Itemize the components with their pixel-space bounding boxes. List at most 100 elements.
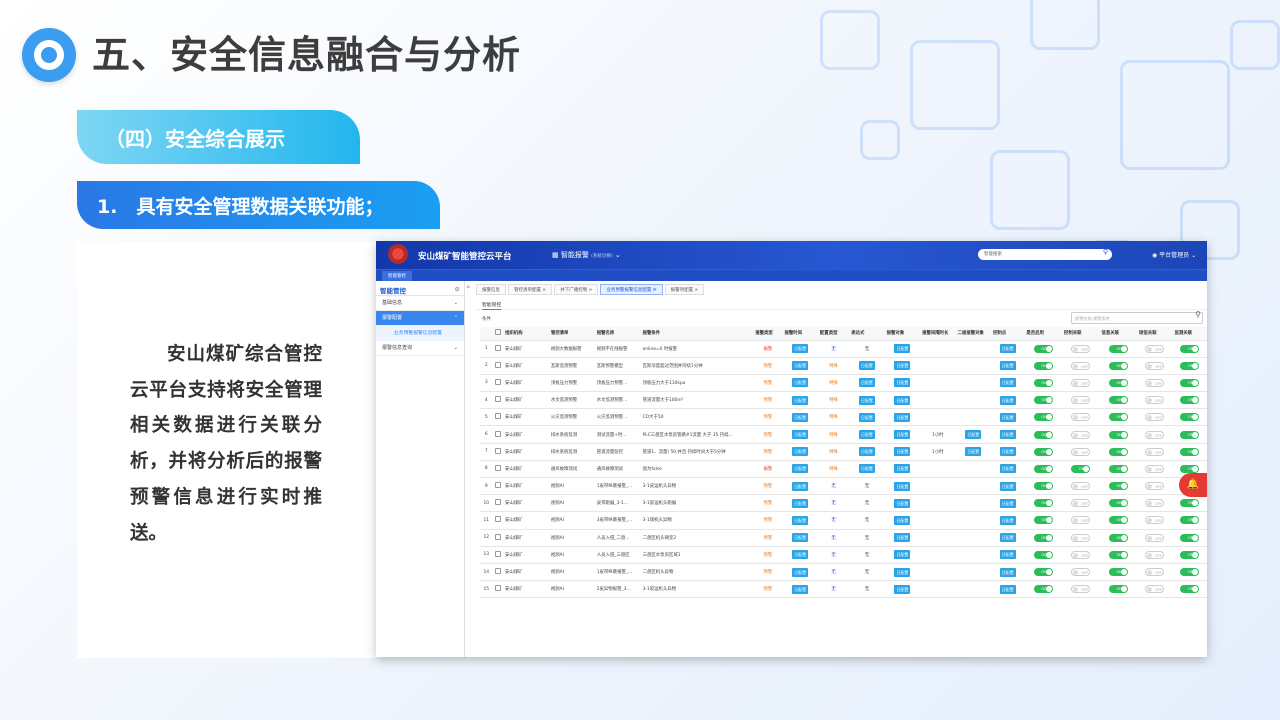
row-checkbox[interactable]: [494, 413, 501, 420]
table-row[interactable]: 5 安山煤矿 火灾监测预警 火灾监测预警... CO大于50 预警 日配置 特殊 日配置 日配置日…: [480, 408, 1207, 427]
toggle-switch[interactable]: ON: [1108, 430, 1128, 439]
config-button[interactable]: 日配置: [894, 550, 911, 560]
toggle-switch[interactable]: ON: [1108, 516, 1128, 525]
table-search-input[interactable]: 报警名称,报警条件: [1071, 312, 1203, 324]
row-checkbox[interactable]: [494, 516, 501, 523]
config-button[interactable]: 日配置: [858, 412, 875, 422]
toggle-switch[interactable]: ON: [1033, 568, 1053, 577]
toggle-switch[interactable]: ON: [1108, 361, 1128, 370]
toggle-switch[interactable]: ON: [1033, 413, 1053, 422]
config-button[interactable]: 日配置: [858, 447, 875, 457]
toggle-switch[interactable]: ON: [1033, 447, 1053, 456]
toggle-switch[interactable]: ON: [1180, 430, 1200, 439]
table-row[interactable]: 4 安山煤矿 水文监测预警 水文监测预警... 管道流量大于100m³ 预警 日配置 特殊 日配…: [480, 391, 1207, 410]
toggle-switch[interactable]: OFF: [1071, 482, 1091, 491]
table-row[interactable]: 2 安山煤矿 瓦斯监测预警 瓦斯预警模型 瓦斯浓度超过范围并持续1分钟 预警 日配置 特殊 日配…: [480, 357, 1207, 375]
config-button[interactable]: 日配置: [999, 361, 1016, 371]
table-row[interactable]: 11 安山煤矿 视频AI 3皮带纵撕报警_... 3-1煤机头异物 预警 日配置无无日配置日…: [480, 511, 1207, 530]
toggle-switch[interactable]: OFF: [1071, 585, 1091, 594]
row-checkbox[interactable]: [494, 378, 501, 385]
module-selector[interactable]: ▦ 智能报警 (系统切换) ⌄: [552, 250, 621, 260]
toggle-switch[interactable]: OFF: [1071, 344, 1091, 353]
toggle-switch[interactable]: ON: [1033, 430, 1053, 439]
toggle-switch[interactable]: ON: [1108, 447, 1128, 456]
tab-business-alarm-config[interactable]: 业务预警报警信息配置 ⟳: [600, 284, 663, 295]
toggle-switch[interactable]: ON: [1108, 585, 1128, 594]
toggle-switch[interactable]: ON: [1033, 585, 1053, 594]
toggle-switch[interactable]: ON: [1033, 361, 1053, 370]
row-checkbox[interactable]: [494, 550, 501, 557]
global-search-input[interactable]: 智能搜索 ⚲: [978, 248, 1112, 260]
toggle-switch[interactable]: ON: [1180, 378, 1200, 387]
config-button[interactable]: 日配置: [999, 447, 1016, 457]
toggle-switch[interactable]: OFF: [1145, 430, 1165, 439]
row-checkbox[interactable]: [494, 499, 501, 506]
toggle-switch[interactable]: OFF: [1071, 413, 1091, 422]
toggle-switch[interactable]: ON: [1071, 464, 1091, 473]
sidebar-item-alarm-query[interactable]: 报警信息查询 ⌄: [376, 341, 464, 356]
row-checkbox[interactable]: [494, 464, 501, 471]
toggle-switch[interactable]: OFF: [1145, 447, 1165, 456]
config-button[interactable]: 日配置: [792, 584, 809, 594]
toggle-switch[interactable]: ON: [1108, 378, 1128, 387]
toggle-switch[interactable]: ON: [1180, 499, 1200, 508]
table-row[interactable]: 3 安山煤矿 顶板压力预警 顶板压力预警... 顶板压力大于110kpa 预警 日配置 特殊日…: [480, 374, 1207, 393]
toggle-switch[interactable]: ON: [1180, 413, 1200, 422]
config-button[interactable]: 日配置: [894, 447, 911, 457]
user-menu[interactable]: ◉ 平台管理员 ⌄: [1152, 250, 1196, 259]
config-button[interactable]: 日配置: [999, 533, 1016, 543]
config-button[interactable]: 日配置: [792, 567, 809, 577]
config-button[interactable]: 日配置: [999, 550, 1016, 560]
config-button[interactable]: 日配置: [894, 395, 911, 405]
config-button[interactable]: 日配置: [792, 344, 809, 354]
toggle-switch[interactable]: ON: [1180, 568, 1200, 577]
config-button[interactable]: 日配置: [792, 533, 809, 543]
toggle-switch[interactable]: OFF: [1071, 499, 1091, 508]
toggle-switch[interactable]: OFF: [1071, 447, 1091, 456]
row-checkbox[interactable]: [494, 585, 501, 592]
config-button[interactable]: 日配置: [792, 378, 809, 388]
config-button[interactable]: 日配置: [792, 498, 809, 508]
toggle-switch[interactable]: ON: [1108, 499, 1128, 508]
config-button[interactable]: 日配置: [792, 464, 809, 474]
toggle-switch[interactable]: ON: [1108, 413, 1128, 422]
table-row[interactable]: 8 安山煤矿 通风故障测试 通风故障测试 值为false 报警 日配置 特殊 日配置 日配置 日配置…: [480, 460, 1207, 479]
config-button[interactable]: 日配置: [858, 430, 875, 440]
toggle-switch[interactable]: OFF: [1071, 361, 1091, 370]
select-all-checkbox[interactable]: [494, 329, 501, 336]
sidebar-item-alarm-config[interactable]: 报警配置 ⌃: [376, 311, 464, 326]
config-button[interactable]: 日配置: [858, 378, 875, 388]
toggle-switch[interactable]: OFF: [1071, 516, 1091, 525]
table-row[interactable]: 10 安山煤矿 视频AI 皮带跑偏_3-1... 3-1胶运机头跑偏 预警 日配置无无日配置…: [480, 494, 1207, 513]
bell-icon[interactable]: 🔔: [1179, 473, 1207, 497]
config-button[interactable]: 日配置: [792, 395, 809, 405]
row-checkbox[interactable]: [494, 568, 501, 575]
toggle-switch[interactable]: OFF: [1145, 499, 1165, 508]
toggle-switch[interactable]: ON: [1108, 482, 1128, 491]
toggle-switch[interactable]: ON: [1180, 464, 1200, 473]
toggle-switch[interactable]: ON: [1033, 550, 1053, 559]
config-button[interactable]: 日配置: [894, 533, 911, 543]
config-button[interactable]: 日配置: [792, 550, 809, 560]
config-button[interactable]: 日配置: [894, 430, 911, 440]
toggle-switch[interactable]: OFF: [1071, 378, 1091, 387]
toggle-switch[interactable]: ON: [1180, 516, 1200, 525]
config-button[interactable]: 日配置: [894, 412, 911, 422]
config-button[interactable]: 日配置: [858, 464, 875, 474]
toggle-switch[interactable]: OFF: [1145, 361, 1165, 370]
table-row[interactable]: 14 安山煤矿 视频AI 1皮带纵撕报警_... 二盘区机头异物 预警 日配置无无日配置 日配…: [480, 563, 1207, 582]
config-button[interactable]: 日配置: [894, 584, 911, 594]
toggle-switch[interactable]: ON: [1180, 396, 1200, 405]
search-icon[interactable]: ⚲: [1195, 310, 1201, 319]
toggle-switch[interactable]: OFF: [1071, 396, 1091, 405]
toggle-switch[interactable]: ON: [1033, 464, 1053, 473]
magnifier-icon[interactable]: ⚲: [1103, 248, 1108, 256]
tab-alarm-info[interactable]: 报警信息: [476, 284, 506, 295]
tab-alarm-item-config[interactable]: 报警项配置 ×: [664, 284, 705, 295]
toggle-switch[interactable]: OFF: [1145, 396, 1165, 405]
toggle-switch[interactable]: ON: [1180, 533, 1200, 542]
toggle-switch[interactable]: ON: [1033, 344, 1053, 353]
row-checkbox[interactable]: [494, 430, 501, 437]
toggle-switch[interactable]: OFF: [1145, 516, 1165, 525]
config-button[interactable]: 日配置: [965, 430, 982, 440]
